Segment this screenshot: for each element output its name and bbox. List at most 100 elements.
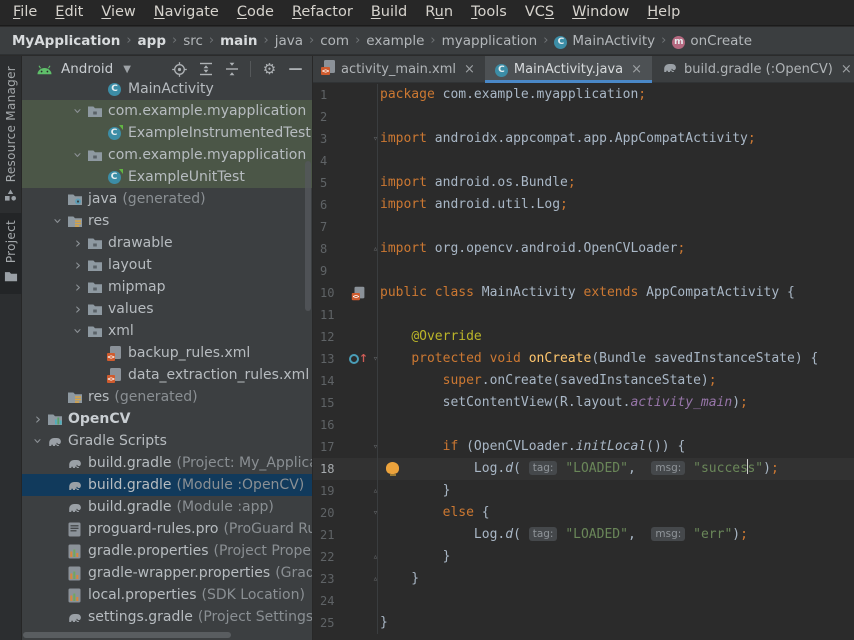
breadcrumb-myapplication[interactable]: MyApplication	[12, 33, 120, 49]
menu-tools[interactable]: Tools	[462, 0, 516, 25]
breadcrumb-main[interactable]: main	[220, 33, 257, 49]
chevron-collapsed-icon[interactable]: ›	[70, 279, 86, 295]
tree-item-proguard-rules-pro-proguard-rules-for-app[interactable]: proguard-rules.pro(ProGuard Rules for "a…	[22, 518, 312, 540]
close-icon[interactable]: ×	[464, 62, 475, 77]
vertical-scrollbar[interactable]	[305, 161, 311, 311]
tree-item-qualifier: (ProGuard Rules for "app")	[223, 521, 312, 537]
tree-item-res[interactable]: ›res	[22, 210, 312, 232]
tab-build-gradle-opencv[interactable]: build.gradle (:OpenCV)×	[652, 56, 854, 82]
chevron-expanded-icon[interactable]: ›	[70, 323, 86, 339]
tree-item-com-example-myapplication-androidtest[interactable]: ›com.example.myapplication(androidTest)	[22, 100, 312, 122]
chevron-expanded-icon[interactable]: ›	[30, 433, 46, 449]
toolbar-collapse-all-icon[interactable]	[223, 61, 240, 78]
tree-item-gradle-properties-project-properties[interactable]: gradle.properties(Project Properties)	[22, 540, 312, 562]
project-view-selector[interactable]: Android	[61, 61, 113, 77]
toolbar-expand-all-icon[interactable]	[197, 61, 214, 78]
tree-item-label: com.example.myapplication	[108, 147, 306, 163]
menu-help[interactable]: Help	[638, 0, 689, 25]
code-line-17: 17▿ if (OpenCVLoader.initLocal()) {	[313, 436, 854, 458]
toolbar-settings-icon[interactable]: ⚙	[261, 61, 278, 78]
menu-file[interactable]: File	[4, 0, 46, 25]
tab-label: activity_main.xml	[341, 62, 456, 77]
tree-item-build-gradle-module-app[interactable]: build.gradle(Module :app)	[22, 496, 312, 518]
breadcrumb-separator: ›	[264, 33, 269, 48]
breadcrumb-separator: ›	[209, 33, 214, 48]
menu-run[interactable]: Run	[416, 0, 462, 25]
tree-item-com-example-myapplication-test[interactable]: ›com.example.myapplication(test)	[22, 144, 312, 166]
breadcrumb-mainactivity[interactable]: CMainActivity	[554, 32, 655, 49]
tree-item-settings-gradle-project-settings[interactable]: settings.gradle(Project Settings)	[22, 606, 312, 628]
chevron-expanded-icon[interactable]: ›	[70, 103, 86, 119]
gutter: 9	[313, 260, 378, 282]
toolbar-hide-icon[interactable]: —	[287, 61, 304, 78]
breadcrumb-app[interactable]: app	[138, 33, 166, 49]
tab-mainactivity-java[interactable]: CMainActivity.java×	[485, 56, 652, 82]
breadcrumb-src[interactable]: src	[183, 33, 203, 49]
breadcrumb-myapplication[interactable]: myapplication	[442, 33, 538, 49]
intention-bulb-icon[interactable]	[386, 462, 399, 474]
tree-item-label: mipmap	[108, 279, 166, 295]
gutter-icon-spacer	[349, 194, 368, 216]
folder-icon	[86, 324, 103, 339]
menu-refactor[interactable]: Refactor	[283, 0, 362, 25]
chevron-expanded-icon[interactable]: ›	[50, 213, 66, 229]
close-icon[interactable]: ×	[631, 62, 642, 77]
tree-item-data-extraction-rules-xml[interactable]: <>data_extraction_rules.xml	[22, 364, 312, 386]
chevron-collapsed-icon[interactable]: ›	[70, 257, 86, 273]
chevron-collapsed-icon[interactable]: ›	[30, 411, 46, 427]
tree-item-backup-rules-xml[interactable]: <>backup_rules.xml	[22, 342, 312, 364]
stripe-tab-project[interactable]: Project	[0, 213, 22, 294]
breadcrumb-java[interactable]: java	[275, 33, 303, 49]
method-icon: m	[672, 32, 685, 49]
menu-navigate[interactable]: Navigate	[145, 0, 228, 25]
layout-gutter-icon[interactable]: <>	[349, 282, 368, 304]
breadcrumb-example[interactable]: example	[366, 33, 424, 49]
tree-item-build-gradle-project-my-application[interactable]: build.gradle(Project: My_Application)	[22, 452, 312, 474]
close-icon[interactable]: ×	[841, 62, 852, 77]
tab-activity-main-xml[interactable]: <>activity_main.xml×	[313, 56, 485, 82]
chevron-expanded-icon[interactable]: ›	[70, 147, 86, 163]
menu-build[interactable]: Build	[362, 0, 416, 25]
tree-item-label: OpenCV	[68, 411, 131, 427]
code-token: }	[380, 615, 388, 630]
tree-item-label: xml	[108, 323, 134, 339]
tree-item-mipmap[interactable]: › mipmap	[22, 276, 312, 298]
override-gutter-icon[interactable]: ↑	[349, 348, 368, 370]
tree-item-mainactivity[interactable]: CMainActivity	[22, 78, 312, 100]
breadcrumb-oncreate[interactable]: monCreate	[672, 32, 752, 49]
tree-item-xml[interactable]: › xml	[22, 320, 312, 342]
tree-item-values[interactable]: ›values	[22, 298, 312, 320]
gutter: 2	[313, 106, 378, 128]
horizontal-scrollbar[interactable]	[23, 632, 231, 638]
gutter: 17▿	[313, 436, 378, 458]
menu-code[interactable]: Code	[228, 0, 283, 25]
stripe-tab-resource-manager[interactable]: Resource Manager	[0, 59, 22, 213]
tree-item-exampleinstrumentedtest[interactable]: CExampleInstrumentedTest	[22, 122, 312, 144]
menu-edit[interactable]: Edit	[46, 0, 92, 25]
tree-item-exampleunittest[interactable]: CExampleUnitTest	[22, 166, 312, 188]
code-token: android.util.Log	[435, 197, 560, 212]
text-file-icon	[66, 522, 83, 537]
chevron-collapsed-icon[interactable]: ›	[70, 235, 86, 251]
tree-item-res-generated[interactable]: res(generated)	[22, 386, 312, 408]
gutter-icon-spacer	[349, 150, 368, 172]
breadcrumb-com[interactable]: com	[320, 33, 349, 49]
toolbar-locate-icon[interactable]	[171, 61, 188, 78]
menu-window[interactable]: Window	[563, 0, 638, 25]
tree-item-java-generated[interactable]: java(generated)	[22, 188, 312, 210]
code-editor[interactable]: 1package com.example.myapplication;23▿im…	[313, 82, 854, 640]
menu-view[interactable]: View	[92, 0, 144, 25]
menu-vcs[interactable]: VCS	[516, 0, 563, 25]
tree-item-layout[interactable]: ›layout	[22, 254, 312, 276]
tree-item-local-properties-sdk-location[interactable]: local.properties(SDK Location)	[22, 584, 312, 606]
tree-item-label: com.example.myapplication	[108, 103, 306, 119]
tree-item-drawable[interactable]: ›drawable	[22, 232, 312, 254]
tree-item-opencv[interactable]: › OpenCV	[22, 408, 312, 430]
tree-item-gradle-wrapper-properties-gradle-version[interactable]: gradle-wrapper.properties(Gradle Version…	[22, 562, 312, 584]
gutter: 25	[313, 612, 378, 634]
chevron-down-icon[interactable]: ▼	[123, 64, 131, 75]
chevron-collapsed-icon[interactable]: ›	[70, 301, 86, 317]
code-text: if (OpenCVLoader.initLocal()) {	[378, 436, 854, 458]
tree-item-build-gradle-module-opencv[interactable]: build.gradle(Module :OpenCV)	[22, 474, 312, 496]
tree-item-gradle-scripts[interactable]: ›Gradle Scripts	[22, 430, 312, 452]
